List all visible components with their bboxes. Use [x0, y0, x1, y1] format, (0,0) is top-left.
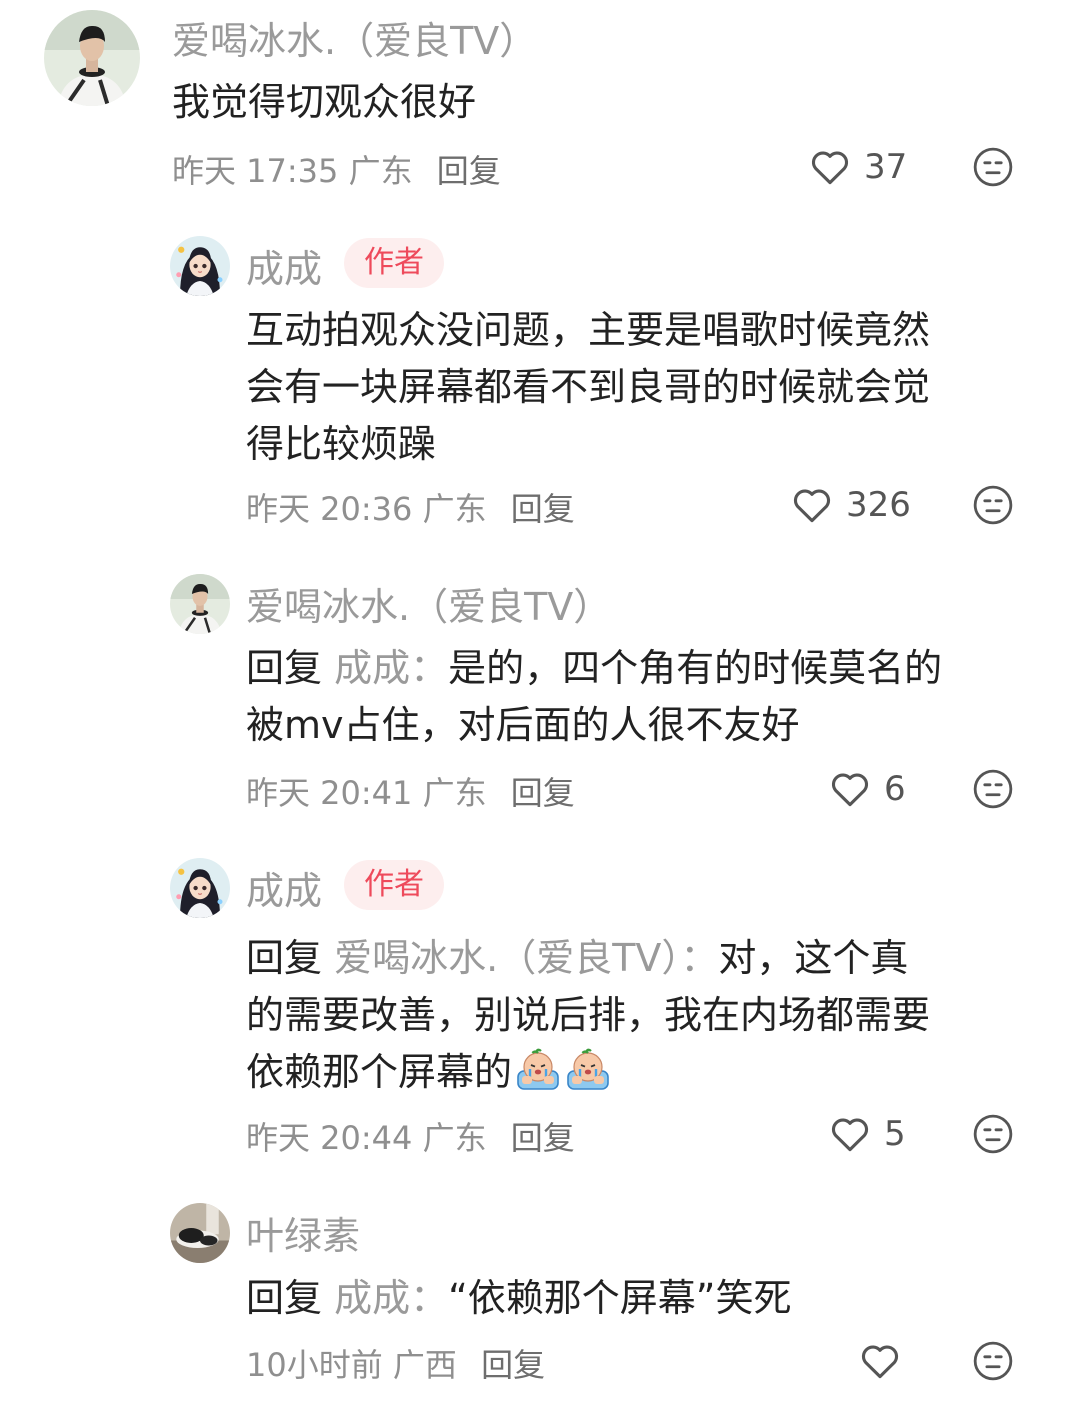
comment-text: 我觉得切观众很好	[172, 80, 477, 124]
crying-peach-emoji	[564, 1045, 612, 1093]
heart-outline-icon	[858, 1339, 902, 1383]
username[interactable]: 爱喝冰水.（爱良TV）	[172, 10, 537, 65]
location: 广东	[422, 1119, 487, 1157]
comment-meta: 昨天 20:44 广东 回复	[246, 1113, 575, 1159]
reply-button[interactable]: 回复	[437, 152, 501, 190]
heart-outline-icon	[828, 1112, 872, 1156]
like-count: 326	[846, 485, 911, 525]
timestamp: 昨天 17:35	[172, 152, 339, 190]
reply-target[interactable]: 成成：	[334, 646, 448, 690]
like-button[interactable]: 6	[828, 765, 906, 813]
comment-text: 回复 爱喝冰水.（爱良TV）：对，这个真 的需要改善，别说后排，我在内场都需要 …	[246, 930, 930, 1101]
timestamp: 10小时前	[246, 1346, 383, 1384]
avatar[interactable]	[170, 1203, 230, 1263]
reply-prefix: 回复	[246, 1276, 323, 1320]
avatar[interactable]	[170, 236, 230, 296]
like-count: 5	[884, 1114, 906, 1154]
location: 广东	[348, 152, 413, 190]
username[interactable]: 叶绿素	[246, 1205, 360, 1260]
comment-text: 互动拍观众没问题，主要是唱歌时候竟然 会有一块屏幕都看不到良哥的时候就会觉 得比…	[246, 302, 930, 473]
reply-button[interactable]: 回复	[481, 1346, 545, 1384]
avatar[interactable]	[170, 574, 230, 634]
comment-line: “依赖那个屏幕”笑死	[448, 1276, 792, 1320]
comment-line: 依赖那个屏幕的	[246, 1050, 513, 1094]
like-button[interactable]: 37	[808, 143, 907, 191]
comment-line: 互动拍观众没问题，主要是唱歌时候竟然	[246, 308, 931, 352]
like-count: 37	[864, 147, 908, 187]
author-badge: 作者	[344, 238, 444, 288]
neutral-face-icon[interactable]	[972, 1113, 1014, 1155]
reply-target[interactable]: 成成：	[334, 1276, 448, 1320]
like-button[interactable]: 326	[790, 481, 911, 529]
timestamp: 昨天 20:41	[246, 774, 413, 812]
reply-prefix: 回复	[246, 646, 323, 690]
timestamp: 昨天 20:44	[246, 1119, 413, 1157]
username[interactable]: 成成	[246, 238, 322, 293]
reply-target[interactable]: 爱喝冰水.（爱良TV）：	[334, 936, 718, 980]
comment-text: 回复 成成：是的，四个角有的时候莫名的 被mv占住，对后面的人很不友好	[246, 640, 942, 754]
comment-line: 是的，四个角有的时候莫名的	[448, 646, 943, 690]
heart-outline-icon	[808, 145, 852, 189]
location: 广东	[422, 490, 487, 528]
neutral-face-icon[interactable]	[972, 484, 1014, 526]
neutral-face-icon[interactable]	[972, 768, 1014, 810]
username[interactable]: 爱喝冰水.（爱良TV）	[246, 576, 611, 631]
reply-button[interactable]: 回复	[511, 490, 575, 528]
reply-button[interactable]: 回复	[511, 774, 575, 812]
comment-meta: 昨天 17:35 广东 回复	[172, 146, 501, 192]
like-button[interactable]	[858, 1337, 902, 1385]
heart-outline-icon	[790, 483, 834, 527]
comment-meta: 昨天 20:41 广东 回复	[246, 768, 575, 814]
location: 广东	[422, 774, 487, 812]
avatar[interactable]	[170, 858, 230, 918]
reply-prefix: 回复	[246, 936, 323, 980]
like-button[interactable]: 5	[828, 1110, 906, 1158]
comment-line: 被mv占住，对后面的人很不友好	[246, 703, 800, 747]
timestamp: 昨天 20:36	[246, 490, 413, 528]
reply-button[interactable]: 回复	[511, 1119, 575, 1157]
location: 广西	[392, 1346, 457, 1384]
comment-line: 会有一块屏幕都看不到良哥的时候就会觉	[246, 365, 931, 409]
comment-meta: 10小时前 广西 回复	[246, 1340, 545, 1386]
comment-line: 得比较烦躁	[246, 422, 437, 466]
comment-line: 的需要改善，别说后排，我在内场都需要	[246, 993, 931, 1037]
comment-text: 回复 成成：“依赖那个屏幕”笑死	[246, 1270, 792, 1327]
heart-outline-icon	[828, 767, 872, 811]
neutral-face-icon[interactable]	[972, 1340, 1014, 1382]
author-badge: 作者	[344, 860, 444, 910]
crying-peach-emoji	[514, 1045, 562, 1093]
comment-meta: 昨天 20:36 广东 回复	[246, 484, 575, 530]
username[interactable]: 成成	[246, 860, 322, 915]
neutral-face-icon[interactable]	[972, 146, 1014, 188]
avatar[interactable]	[44, 10, 140, 106]
like-count: 6	[884, 769, 906, 809]
comment-line: 对，这个真	[718, 936, 909, 980]
